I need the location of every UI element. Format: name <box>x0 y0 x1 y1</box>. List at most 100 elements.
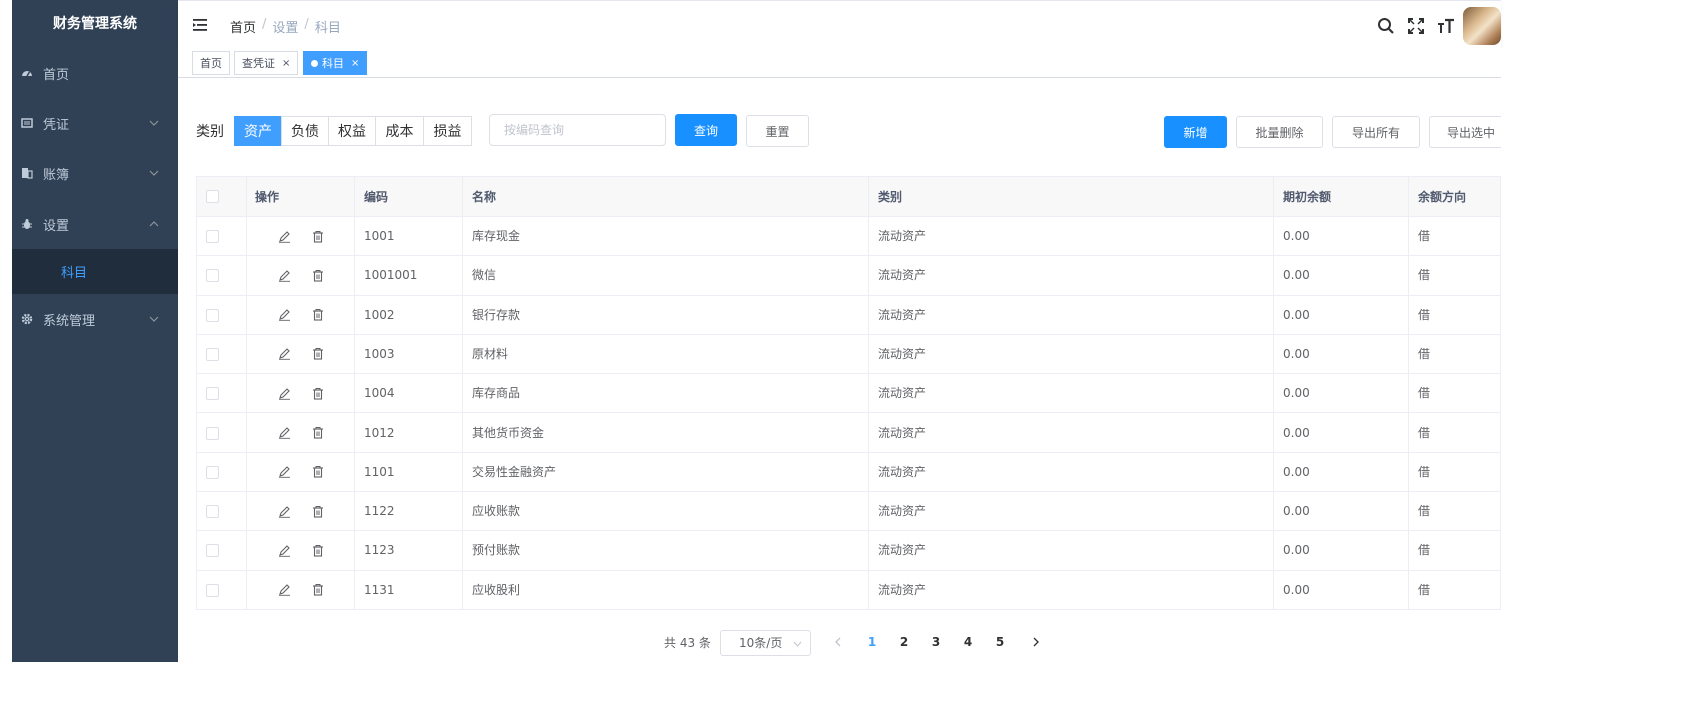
edit-icon[interactable] <box>277 543 291 557</box>
category-liability[interactable]: 负债 <box>281 116 329 146</box>
breadcrumb-separator: / <box>262 17 267 32</box>
add-button[interactable]: 新增 <box>1164 116 1227 148</box>
row-checkbox[interactable] <box>206 387 219 401</box>
query-button[interactable]: 查询 <box>675 114 737 146</box>
delete-icon[interactable] <box>311 347 325 361</box>
sidebar-item-home[interactable]: 首页 <box>12 48 178 98</box>
row-checkbox[interactable] <box>206 347 219 361</box>
search-icon[interactable] <box>1371 8 1401 44</box>
delete-icon[interactable] <box>311 229 325 243</box>
delete-icon[interactable] <box>311 504 325 518</box>
fullscreen-icon[interactable] <box>1401 8 1431 44</box>
edit-icon[interactable] <box>277 347 291 361</box>
code-search-input[interactable] <box>489 114 666 146</box>
delete-icon[interactable] <box>311 268 325 282</box>
table-row: 1004 库存商品 流动资产 0.00 借 <box>197 374 1500 414</box>
batch-delete-button[interactable]: 批量删除 <box>1236 116 1323 148</box>
row-checkbox[interactable] <box>206 583 219 597</box>
column-divider <box>246 177 247 609</box>
row-checkbox[interactable] <box>206 505 219 519</box>
sidebar-item-label: 系统管理 <box>43 313 96 329</box>
delete-icon[interactable] <box>311 308 325 322</box>
delete-icon[interactable] <box>311 543 325 557</box>
bug-icon <box>16 218 38 230</box>
page-size-select[interactable]: 10条/页 <box>720 630 811 656</box>
category-equity[interactable]: 权益 <box>328 116 376 146</box>
select-all-checkbox[interactable] <box>206 190 219 203</box>
category-cost[interactable]: 成本 <box>375 116 424 146</box>
close-icon[interactable]: × <box>282 58 290 69</box>
column-header-code[interactable]: 编码 <box>355 177 388 217</box>
row-checkbox[interactable] <box>206 230 219 243</box>
cell-name: 原材料 <box>472 346 509 361</box>
hamburger-icon[interactable] <box>192 17 208 33</box>
sidebar-item-label: 首页 <box>43 67 70 83</box>
chevron-down-icon <box>144 316 164 322</box>
page-size-value: 10条/页 <box>739 636 783 650</box>
next-page-button[interactable] <box>1026 632 1046 652</box>
font-size-icon[interactable] <box>1431 8 1461 44</box>
sidebar-subitem-subjects[interactable]: 科目 <box>12 249 178 294</box>
category-profit-loss[interactable]: 损益 <box>423 116 472 146</box>
delete-icon[interactable] <box>311 426 325 440</box>
ledger-icon <box>16 167 38 179</box>
close-icon[interactable]: × <box>351 58 359 69</box>
edit-icon[interactable] <box>277 386 291 400</box>
reset-button[interactable]: 重置 <box>746 115 809 147</box>
delete-icon[interactable] <box>311 465 325 479</box>
page-2-button[interactable]: 2 <box>894 632 914 652</box>
row-checkbox[interactable] <box>206 544 219 558</box>
table-row: 1003 原材料 流动资产 0.00 借 <box>197 335 1500 375</box>
cell-category: 流动资产 <box>878 464 927 479</box>
column-header-balance-direction[interactable]: 余额方向 <box>1409 177 1466 217</box>
sidebar-item-system[interactable]: 系统管理 <box>12 294 178 344</box>
edit-icon[interactable] <box>277 229 291 243</box>
row-checkbox[interactable] <box>206 269 219 283</box>
sidebar-item-voucher[interactable]: 凭证 <box>12 98 178 148</box>
cell-balance-direction: 借 <box>1418 346 1431 361</box>
subjects-table: 操作 编码 名称 类别 期初余额 余额方向 1001 库存现金 流动资产 0.00 借 1… <box>196 176 1501 610</box>
cell-code: 1123 <box>364 543 395 558</box>
page-4-button[interactable]: 4 <box>958 632 978 652</box>
delete-icon[interactable] <box>311 583 325 597</box>
cell-name: 其他货币资金 <box>472 425 545 440</box>
edit-icon[interactable] <box>277 504 291 518</box>
table-row: 1131 应收股利 流动资产 0.00 借 <box>197 571 1500 610</box>
chevron-down-icon <box>793 631 802 667</box>
chevron-down-icon <box>144 170 164 176</box>
breadcrumb-item[interactable]: 首页 <box>230 17 256 36</box>
column-divider <box>1273 177 1274 609</box>
column-divider <box>1408 177 1409 609</box>
page-5-button[interactable]: 5 <box>990 632 1010 652</box>
tag-home[interactable]: 首页 <box>192 51 230 75</box>
edit-icon[interactable] <box>277 583 291 597</box>
tag-view-voucher[interactable]: 查凭证 × <box>234 51 299 75</box>
edit-icon[interactable] <box>277 426 291 440</box>
page-1-button[interactable]: 1 <box>862 632 882 652</box>
navbar-right <box>1371 7 1501 45</box>
cell-opening-balance: 0.00 <box>1283 346 1310 361</box>
category-asset[interactable]: 资产 <box>234 116 282 146</box>
cell-balance-direction: 借 <box>1418 229 1431 243</box>
column-header-name[interactable]: 名称 <box>463 177 496 217</box>
avatar[interactable] <box>1463 7 1501 45</box>
prev-page-button[interactable] <box>828 632 848 652</box>
sidebar-item-settings[interactable]: 设置 <box>12 199 178 249</box>
column-header-category[interactable]: 类别 <box>869 177 902 217</box>
tag-subjects[interactable]: 科目 × <box>303 51 368 75</box>
chevron-up-icon <box>144 221 164 227</box>
export-selected-button[interactable]: 导出选中 <box>1429 116 1501 148</box>
row-checkbox[interactable] <box>206 465 219 479</box>
row-checkbox[interactable] <box>206 308 219 322</box>
delete-icon[interactable] <box>311 386 325 400</box>
export-all-button[interactable]: 导出所有 <box>1332 116 1420 148</box>
sidebar-item-ledger[interactable]: 账簿 <box>12 148 178 198</box>
tag-label: 查凭证 <box>242 57 275 70</box>
edit-icon[interactable] <box>277 465 291 479</box>
edit-icon[interactable] <box>277 268 291 282</box>
row-checkbox[interactable] <box>206 426 219 440</box>
cell-name: 应收账款 <box>472 504 521 519</box>
edit-icon[interactable] <box>277 308 291 322</box>
page-3-button[interactable]: 3 <box>926 632 946 652</box>
column-header-opening-balance[interactable]: 期初余额 <box>1274 177 1331 217</box>
